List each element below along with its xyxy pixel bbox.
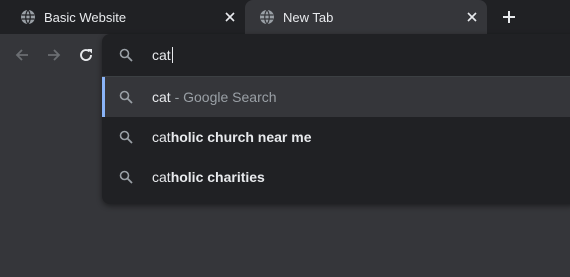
omnibox-query: cat xyxy=(152,47,171,63)
forward-button[interactable] xyxy=(43,44,65,66)
suggestion-item[interactable]: catholic charities xyxy=(102,157,570,197)
omnibox-dropdown: cat cat - Google Search catholic church … xyxy=(102,34,570,204)
globe-icon xyxy=(260,9,274,25)
suggestion-item[interactable]: cat - Google Search xyxy=(102,77,570,117)
search-icon xyxy=(119,48,133,62)
suggestion-match: cat xyxy=(152,89,171,105)
suggestion-item[interactable]: catholic church near me xyxy=(102,117,570,157)
suggestion-suffix: - Google Search xyxy=(170,89,277,105)
reload-icon xyxy=(80,49,92,61)
tab-title: Basic Website xyxy=(44,9,127,25)
close-icon[interactable] xyxy=(465,10,479,24)
tab-new-tab[interactable]: New Tab xyxy=(245,0,487,34)
new-tab-button[interactable] xyxy=(498,6,520,28)
omnibox-input[interactable]: cat xyxy=(102,34,570,76)
plus-icon xyxy=(503,11,515,23)
tab-strip: Basic Website New Tab xyxy=(0,0,570,34)
search-icon xyxy=(119,130,133,144)
suggestion-completion: holic charities xyxy=(170,169,265,185)
suggestion-match: cat xyxy=(152,129,171,145)
reload-button[interactable] xyxy=(75,44,97,66)
tab-title: New Tab xyxy=(283,9,334,25)
arrow-left-icon xyxy=(15,49,28,61)
suggestion-completion: holic church near me xyxy=(170,129,312,145)
arrow-right-icon xyxy=(48,49,61,61)
back-button[interactable] xyxy=(11,44,33,66)
search-icon xyxy=(119,90,133,104)
suggestion-match: cat xyxy=(152,169,171,185)
tab-basic-website[interactable]: Basic Website xyxy=(0,0,245,34)
close-icon[interactable] xyxy=(223,10,237,24)
text-caret xyxy=(171,47,173,63)
globe-icon xyxy=(21,9,35,25)
search-icon xyxy=(119,170,133,184)
